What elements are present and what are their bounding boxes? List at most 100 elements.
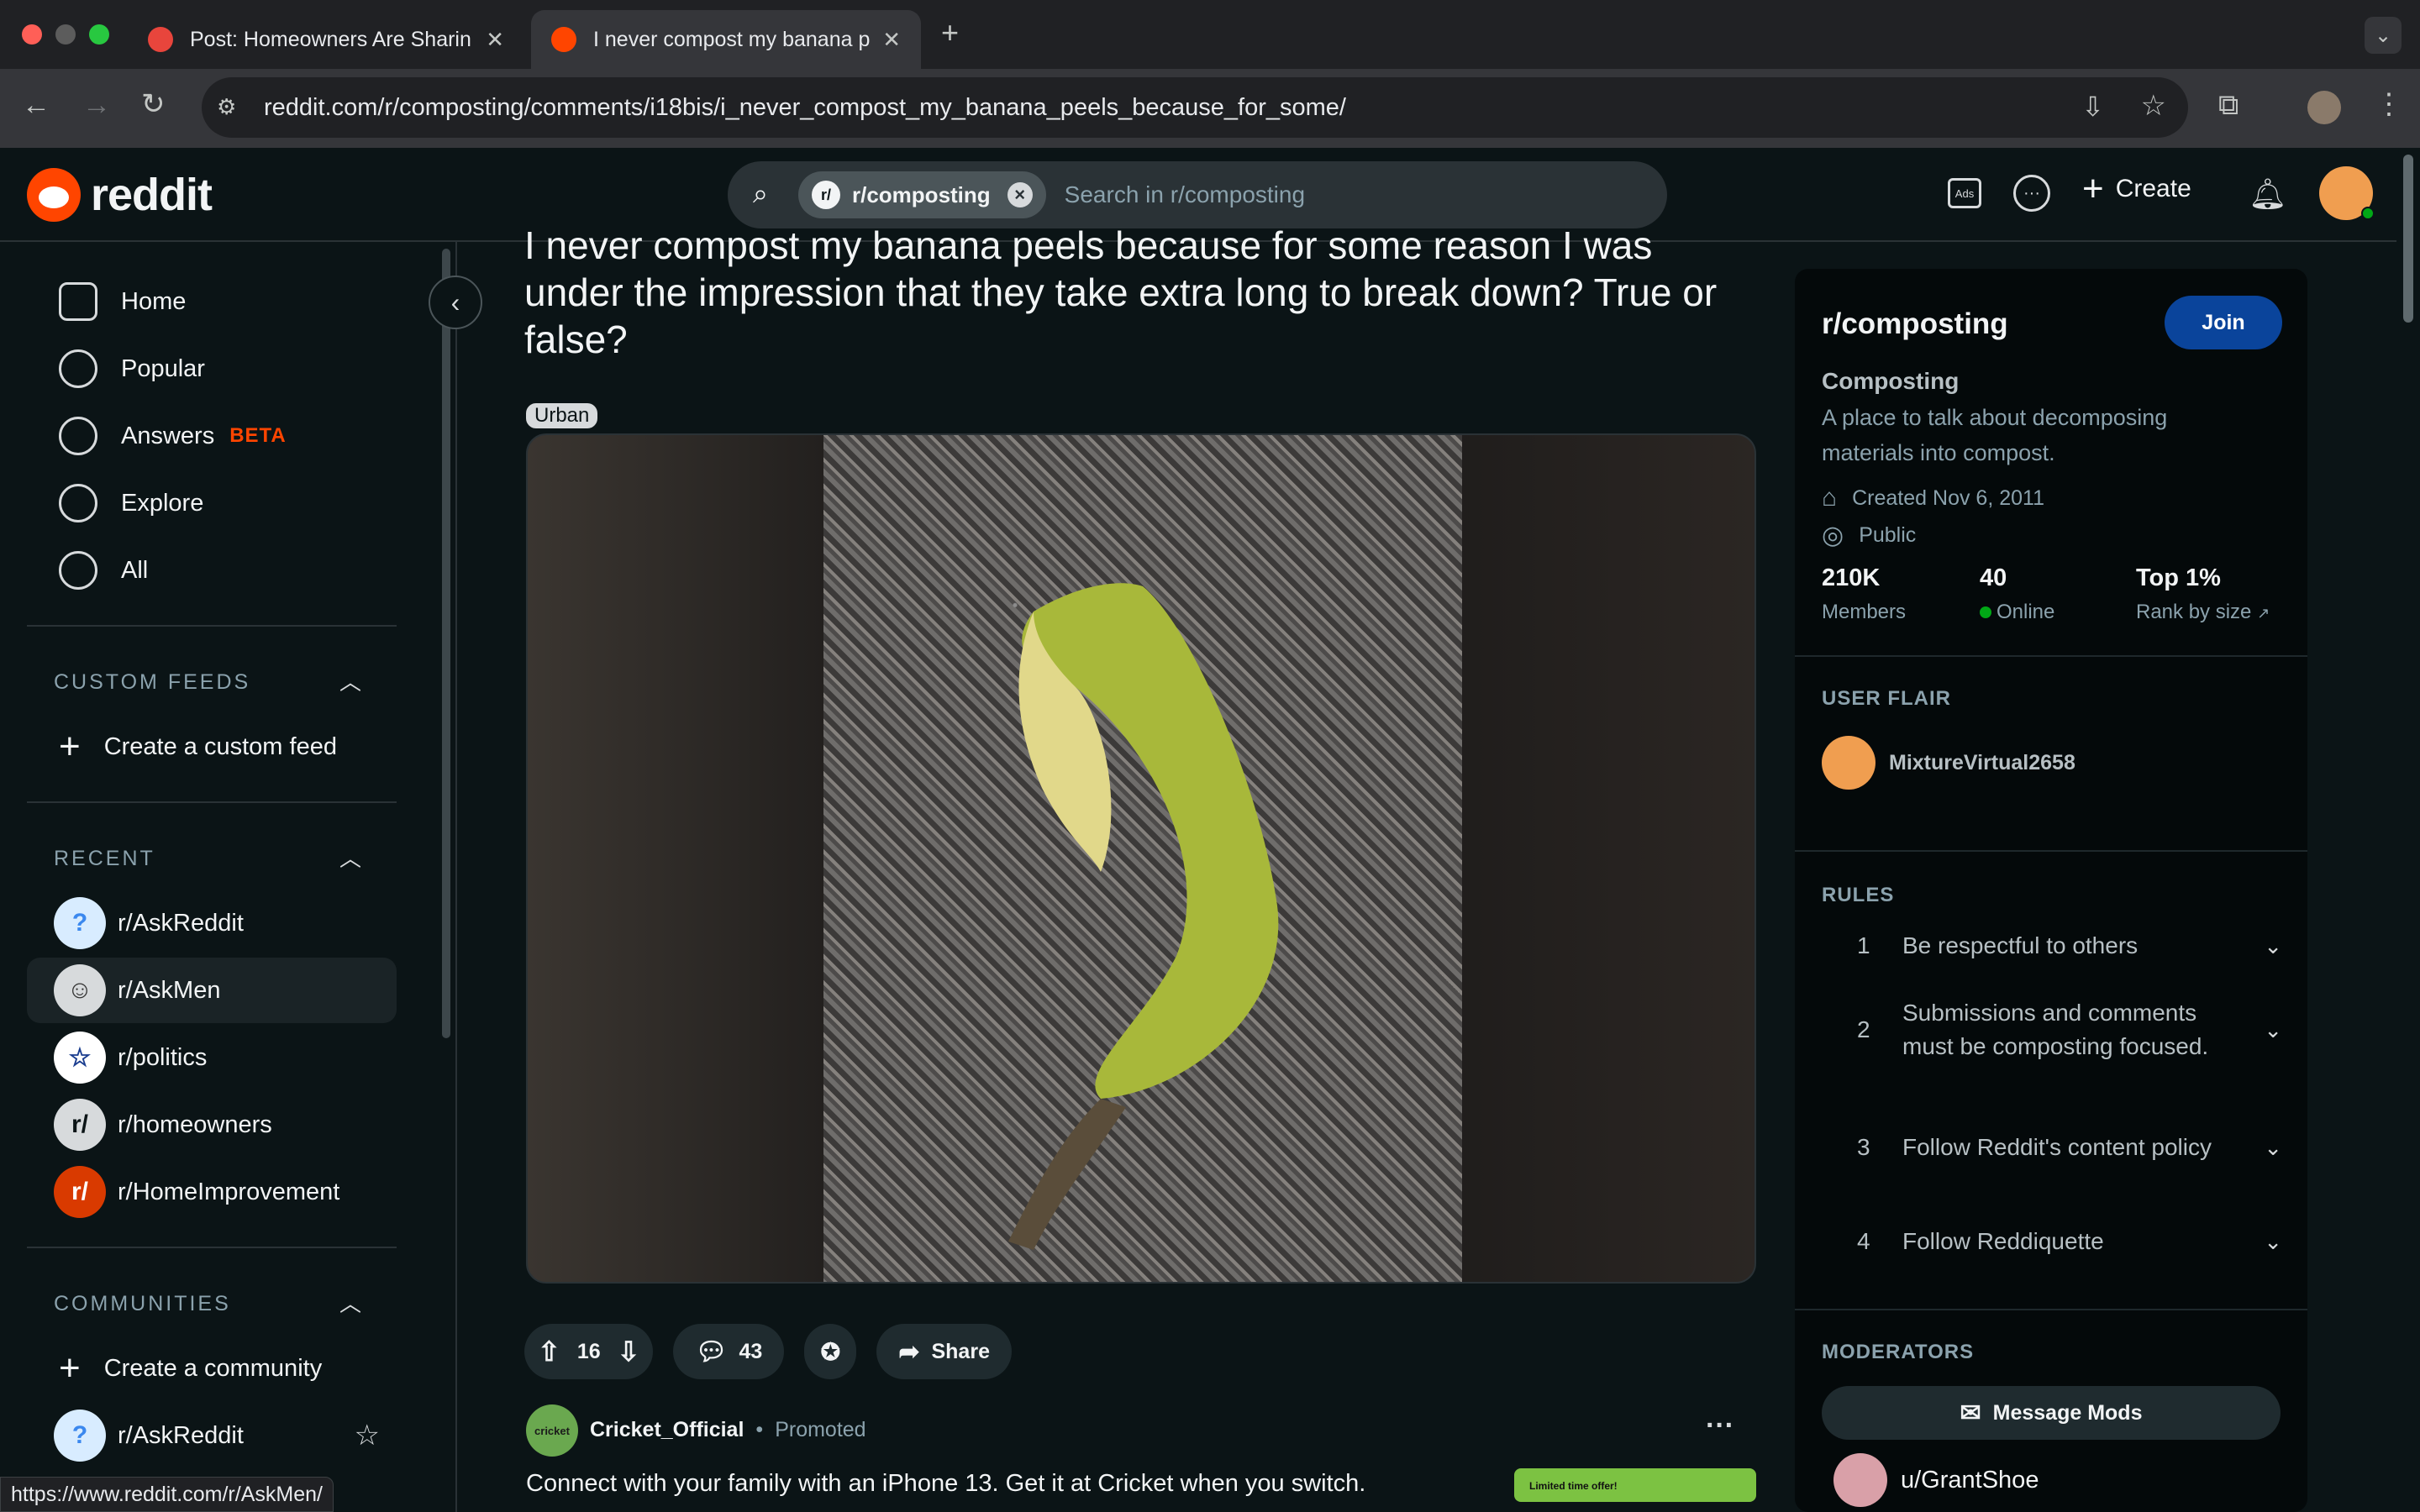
- post-flair[interactable]: Urban: [526, 403, 598, 428]
- recent-item-homeimprovement[interactable]: r/ r/HomeImprovement: [27, 1159, 397, 1225]
- browser-tab-2[interactable]: I never compost my banana p ✕: [531, 10, 921, 69]
- homeimprovement-icon: r/: [54, 1166, 106, 1218]
- post-actions: ⇧ 16 ⇩ 💬︎ 43 ✪ ➦ Share: [524, 1324, 1032, 1379]
- moderators-title: MODERATORS: [1822, 1341, 1975, 1363]
- install-app-icon[interactable]: ⇩: [2081, 91, 2104, 123]
- community-label: r/AskReddit: [118, 1421, 244, 1449]
- extensions-icon[interactable]: ⧉: [2218, 89, 2238, 122]
- create-custom-feed-label: Create a custom feed: [103, 732, 337, 760]
- search-bar[interactable]: ⌕ r/ r/composting × Search in r/composti…: [728, 161, 1667, 228]
- logo-text: reddit: [91, 170, 213, 220]
- recent-item-politics[interactable]: ☆ r/politics: [27, 1025, 397, 1090]
- divider: [1795, 850, 2307, 852]
- create-button[interactable]: + Create: [2082, 168, 2191, 210]
- nav-home[interactable]: Home: [27, 269, 397, 334]
- favicon-icon: [148, 27, 173, 52]
- site-info-icon[interactable]: ⚙: [217, 94, 236, 120]
- reddit-favicon-icon: [551, 27, 576, 52]
- communities-chevron-up-icon[interactable]: ︿: [339, 1287, 361, 1318]
- browser-menu-icon[interactable]: ⋮: [2375, 87, 2403, 121]
- back-icon[interactable]: ←: [22, 89, 50, 122]
- stat-label: Members: [1822, 601, 1907, 623]
- nav-all[interactable]: All: [27, 538, 397, 603]
- sidebar-scrollbar[interactable]: [442, 249, 450, 1038]
- rule-item[interactable]: 2 Submissions and comments must be compo…: [1828, 996, 2282, 1063]
- vote-control: ⇧ 16 ⇩: [524, 1324, 654, 1379]
- all-icon: [59, 551, 97, 590]
- username: MixtureVirtual2658: [1889, 750, 2075, 774]
- notifications-bell-icon[interactable]: 🔔︎: [2249, 176, 2287, 212]
- recent-item-askreddit[interactable]: ? r/AskReddit: [27, 890, 397, 956]
- custom-feeds-chevron-up-icon[interactable]: ︿: [339, 665, 361, 696]
- user-flair-title: USER FLAIR: [1822, 687, 1951, 710]
- promo-author[interactable]: Cricket_Official: [590, 1418, 744, 1442]
- rule-text: Be respectful to others: [1902, 932, 2139, 958]
- page-scrollbar[interactable]: [2396, 148, 2420, 1512]
- nav-answers[interactable]: Answers BETA: [27, 403, 397, 469]
- search-chip-label: r/composting: [852, 181, 991, 207]
- collapse-sidebar-button[interactable]: ‹: [429, 276, 482, 329]
- user-flair-preview[interactable]: MixtureVirtual2658: [1822, 736, 2075, 790]
- recent-item-askmen[interactable]: ☺ r/AskMen: [27, 958, 397, 1023]
- close-tab-icon[interactable]: ✕: [486, 27, 504, 53]
- reddit-logo[interactable]: reddit: [27, 168, 213, 222]
- favorite-star-icon[interactable]: ☆: [355, 1419, 380, 1452]
- award-button[interactable]: ✪: [804, 1324, 857, 1379]
- comment-icon: 💬︎: [695, 1337, 728, 1366]
- nav-explore[interactable]: Explore: [27, 470, 397, 536]
- stat-value: 40: [1980, 564, 2007, 591]
- stat-value: 210K: [1822, 564, 1881, 591]
- create-custom-feed[interactable]: + Create a custom feed: [27, 714, 397, 780]
- chat-icon[interactable]: ···: [2013, 175, 2050, 212]
- close-tab-icon[interactable]: ✕: [882, 27, 901, 53]
- post-image[interactable]: [526, 433, 1756, 1284]
- message-mods-button[interactable]: ✉ Message Mods: [1822, 1386, 2281, 1440]
- search-scope-chip[interactable]: r/ r/composting ×: [798, 171, 1046, 218]
- share-icon: ➦: [898, 1337, 920, 1366]
- share-button[interactable]: ➦ Share: [876, 1324, 1012, 1379]
- user-avatar[interactable]: [2319, 166, 2375, 220]
- more-options-icon[interactable]: ···: [1706, 1410, 1734, 1442]
- community-item-askreddit[interactable]: ? r/AskReddit ☆: [27, 1403, 397, 1468]
- reddit-snoo-icon: [27, 168, 81, 222]
- maximize-window-button[interactable]: [89, 24, 109, 45]
- create-community[interactable]: + Create a community: [27, 1336, 397, 1401]
- moderator-item[interactable]: u/GrantShoe: [1833, 1453, 2039, 1507]
- recent-item-homeowners[interactable]: r/ r/homeowners: [27, 1092, 397, 1158]
- recent-label: r/AskReddit: [118, 909, 244, 937]
- plus-icon: +: [59, 1347, 81, 1389]
- upvote-icon[interactable]: ⇧: [538, 1336, 560, 1368]
- comment-count: 43: [739, 1339, 763, 1363]
- search-input[interactable]: Search in r/composting: [1065, 181, 1305, 208]
- rule-item[interactable]: 1 Be respectful to others ⌄: [1828, 929, 2282, 963]
- reload-icon[interactable]: ↻: [141, 87, 166, 121]
- join-button[interactable]: Join: [2165, 296, 2282, 349]
- comments-button[interactable]: 💬︎ 43: [673, 1324, 785, 1379]
- tab-title: Post: Homeowners Are Sharin: [190, 27, 471, 51]
- downvote-icon[interactable]: ⇩: [618, 1336, 640, 1368]
- bookmark-star-icon[interactable]: ☆: [2141, 89, 2166, 123]
- rule-item[interactable]: 4 Follow Reddiquette ⌄: [1828, 1225, 2282, 1258]
- tab-search-icon[interactable]: ⌄: [2365, 17, 2402, 54]
- address-bar[interactable]: ⚙ reddit.com/r/composting/comments/i18bi…: [202, 77, 2188, 138]
- browser-tab-strip: Post: Homeowners Are Sharin ✕ I never co…: [0, 0, 2420, 69]
- rule-item[interactable]: 3 Follow Reddit's content policy ⌄: [1828, 1131, 2282, 1164]
- nav-popular[interactable]: Popular: [27, 336, 397, 402]
- message-mods-label: Message Mods: [1992, 1400, 2143, 1425]
- cricket-avatar: cricket: [526, 1404, 578, 1457]
- scroll-thumb[interactable]: [2403, 155, 2413, 323]
- explore-icon: [59, 484, 97, 522]
- clear-scope-icon[interactable]: ×: [1007, 182, 1033, 207]
- stat-rank[interactable]: Top 1% Rank by size ↗: [2136, 564, 2270, 624]
- browser-tab-1[interactable]: Post: Homeowners Are Sharin ✕: [128, 10, 524, 69]
- forward-icon[interactable]: →: [82, 89, 111, 122]
- advertise-icon[interactable]: Ads: [1948, 178, 1981, 208]
- rules-title: RULES: [1822, 884, 1895, 906]
- minimize-window-button[interactable]: [55, 24, 76, 45]
- promo-thumbnail[interactable]: Limited time offer!: [1514, 1468, 1756, 1502]
- close-window-button[interactable]: [22, 24, 42, 45]
- community-name[interactable]: r/composting: [1822, 307, 2008, 341]
- new-tab-icon[interactable]: +: [941, 15, 959, 50]
- recent-chevron-up-icon[interactable]: ︿: [339, 842, 361, 873]
- profile-avatar[interactable]: [2307, 91, 2341, 124]
